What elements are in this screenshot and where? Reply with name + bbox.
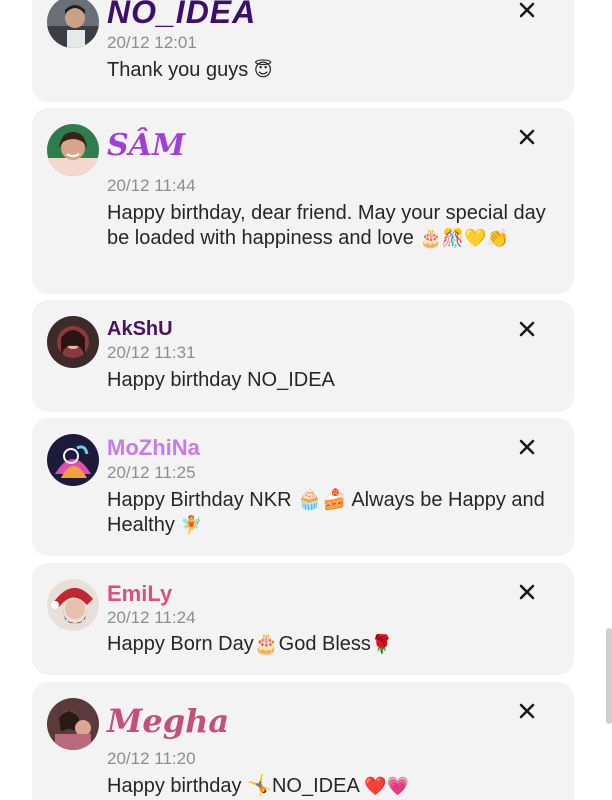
comment-text: Happy birthday 🤸NO_IDEA ❤️💗: [107, 775, 410, 797]
comment-timestamp: 20/12 12:01: [107, 33, 197, 52]
close-icon: [519, 321, 535, 337]
close-icon: [519, 2, 535, 18]
close-icon: [519, 439, 535, 455]
comments-page: NO_IDEA 20/12 12:01 Thank you guys 😇 SÂM…: [0, 0, 612, 800]
scrollbar-thumb[interactable]: [606, 628, 612, 724]
comment-author[interactable]: Megha: [107, 702, 229, 740]
comment-timestamp: 20/12 11:44: [107, 176, 196, 195]
comment-card: NO_IDEA 20/12 12:01 Thank you guys 😇: [32, 0, 574, 102]
comment-timestamp: 20/12 11:20: [107, 749, 196, 768]
avatar[interactable]: [47, 124, 99, 176]
avatar[interactable]: [47, 0, 99, 48]
emoji: 🎂🎊💛👏: [419, 228, 510, 249]
comment-card: MoZhiNa 20/12 11:25 Happy Birthday NKR 🧁…: [32, 418, 574, 556]
comment-text: Happy Born Day🎂God Bless🌹: [107, 633, 394, 655]
close-button[interactable]: [518, 438, 536, 456]
close-button[interactable]: [518, 320, 536, 338]
comment-author[interactable]: MoZhiNa: [107, 435, 200, 461]
emoji: ❤️💗: [364, 776, 410, 797]
comment-text: Thank you guys 😇: [107, 59, 273, 81]
close-button[interactable]: [518, 702, 536, 720]
comment-timestamp: 20/12 11:31: [107, 343, 196, 362]
close-icon: [519, 703, 535, 719]
comment-timestamp: 20/12 11:25: [107, 463, 196, 482]
emoji: 🌹: [370, 634, 394, 655]
close-button[interactable]: [518, 128, 536, 146]
comment-text: Happy birthday, dear friend. May your sp…: [107, 202, 546, 249]
avatar[interactable]: [47, 698, 99, 750]
comment-author[interactable]: EmiLy: [107, 581, 172, 607]
comment-card: SÂM 20/12 11:44 Happy birthday, dear fri…: [32, 108, 574, 294]
close-icon: [519, 584, 535, 600]
avatar[interactable]: [47, 579, 99, 631]
comment-card: EmiLy 20/12 11:24 Happy Born Day🎂God Ble…: [32, 563, 574, 675]
close-icon: [519, 129, 535, 145]
comment-card: Megha 20/12 11:20 Happy birthday 🤸NO_IDE…: [32, 682, 574, 800]
comment-card: AkShU 20/12 11:31 Happy birthday NO_IDEA: [32, 300, 574, 412]
emoji: 😇: [253, 60, 273, 81]
scrollbar[interactable]: [606, 0, 612, 800]
close-button[interactable]: [518, 1, 536, 19]
close-button[interactable]: [518, 583, 536, 601]
avatar[interactable]: [47, 316, 99, 368]
emoji: 🧚: [180, 515, 203, 536]
comment-timestamp: 20/12 11:24: [107, 608, 196, 627]
comment-author[interactable]: SÂM: [107, 128, 185, 163]
avatar[interactable]: [47, 434, 99, 486]
comment-text: Happy Birthday NKR 🧁🍰 Always be Happy an…: [107, 489, 545, 536]
comment-author[interactable]: NO_IDEA: [107, 0, 256, 31]
comment-text: Happy birthday NO_IDEA: [107, 369, 335, 391]
comment-author[interactable]: AkShU: [107, 318, 173, 341]
